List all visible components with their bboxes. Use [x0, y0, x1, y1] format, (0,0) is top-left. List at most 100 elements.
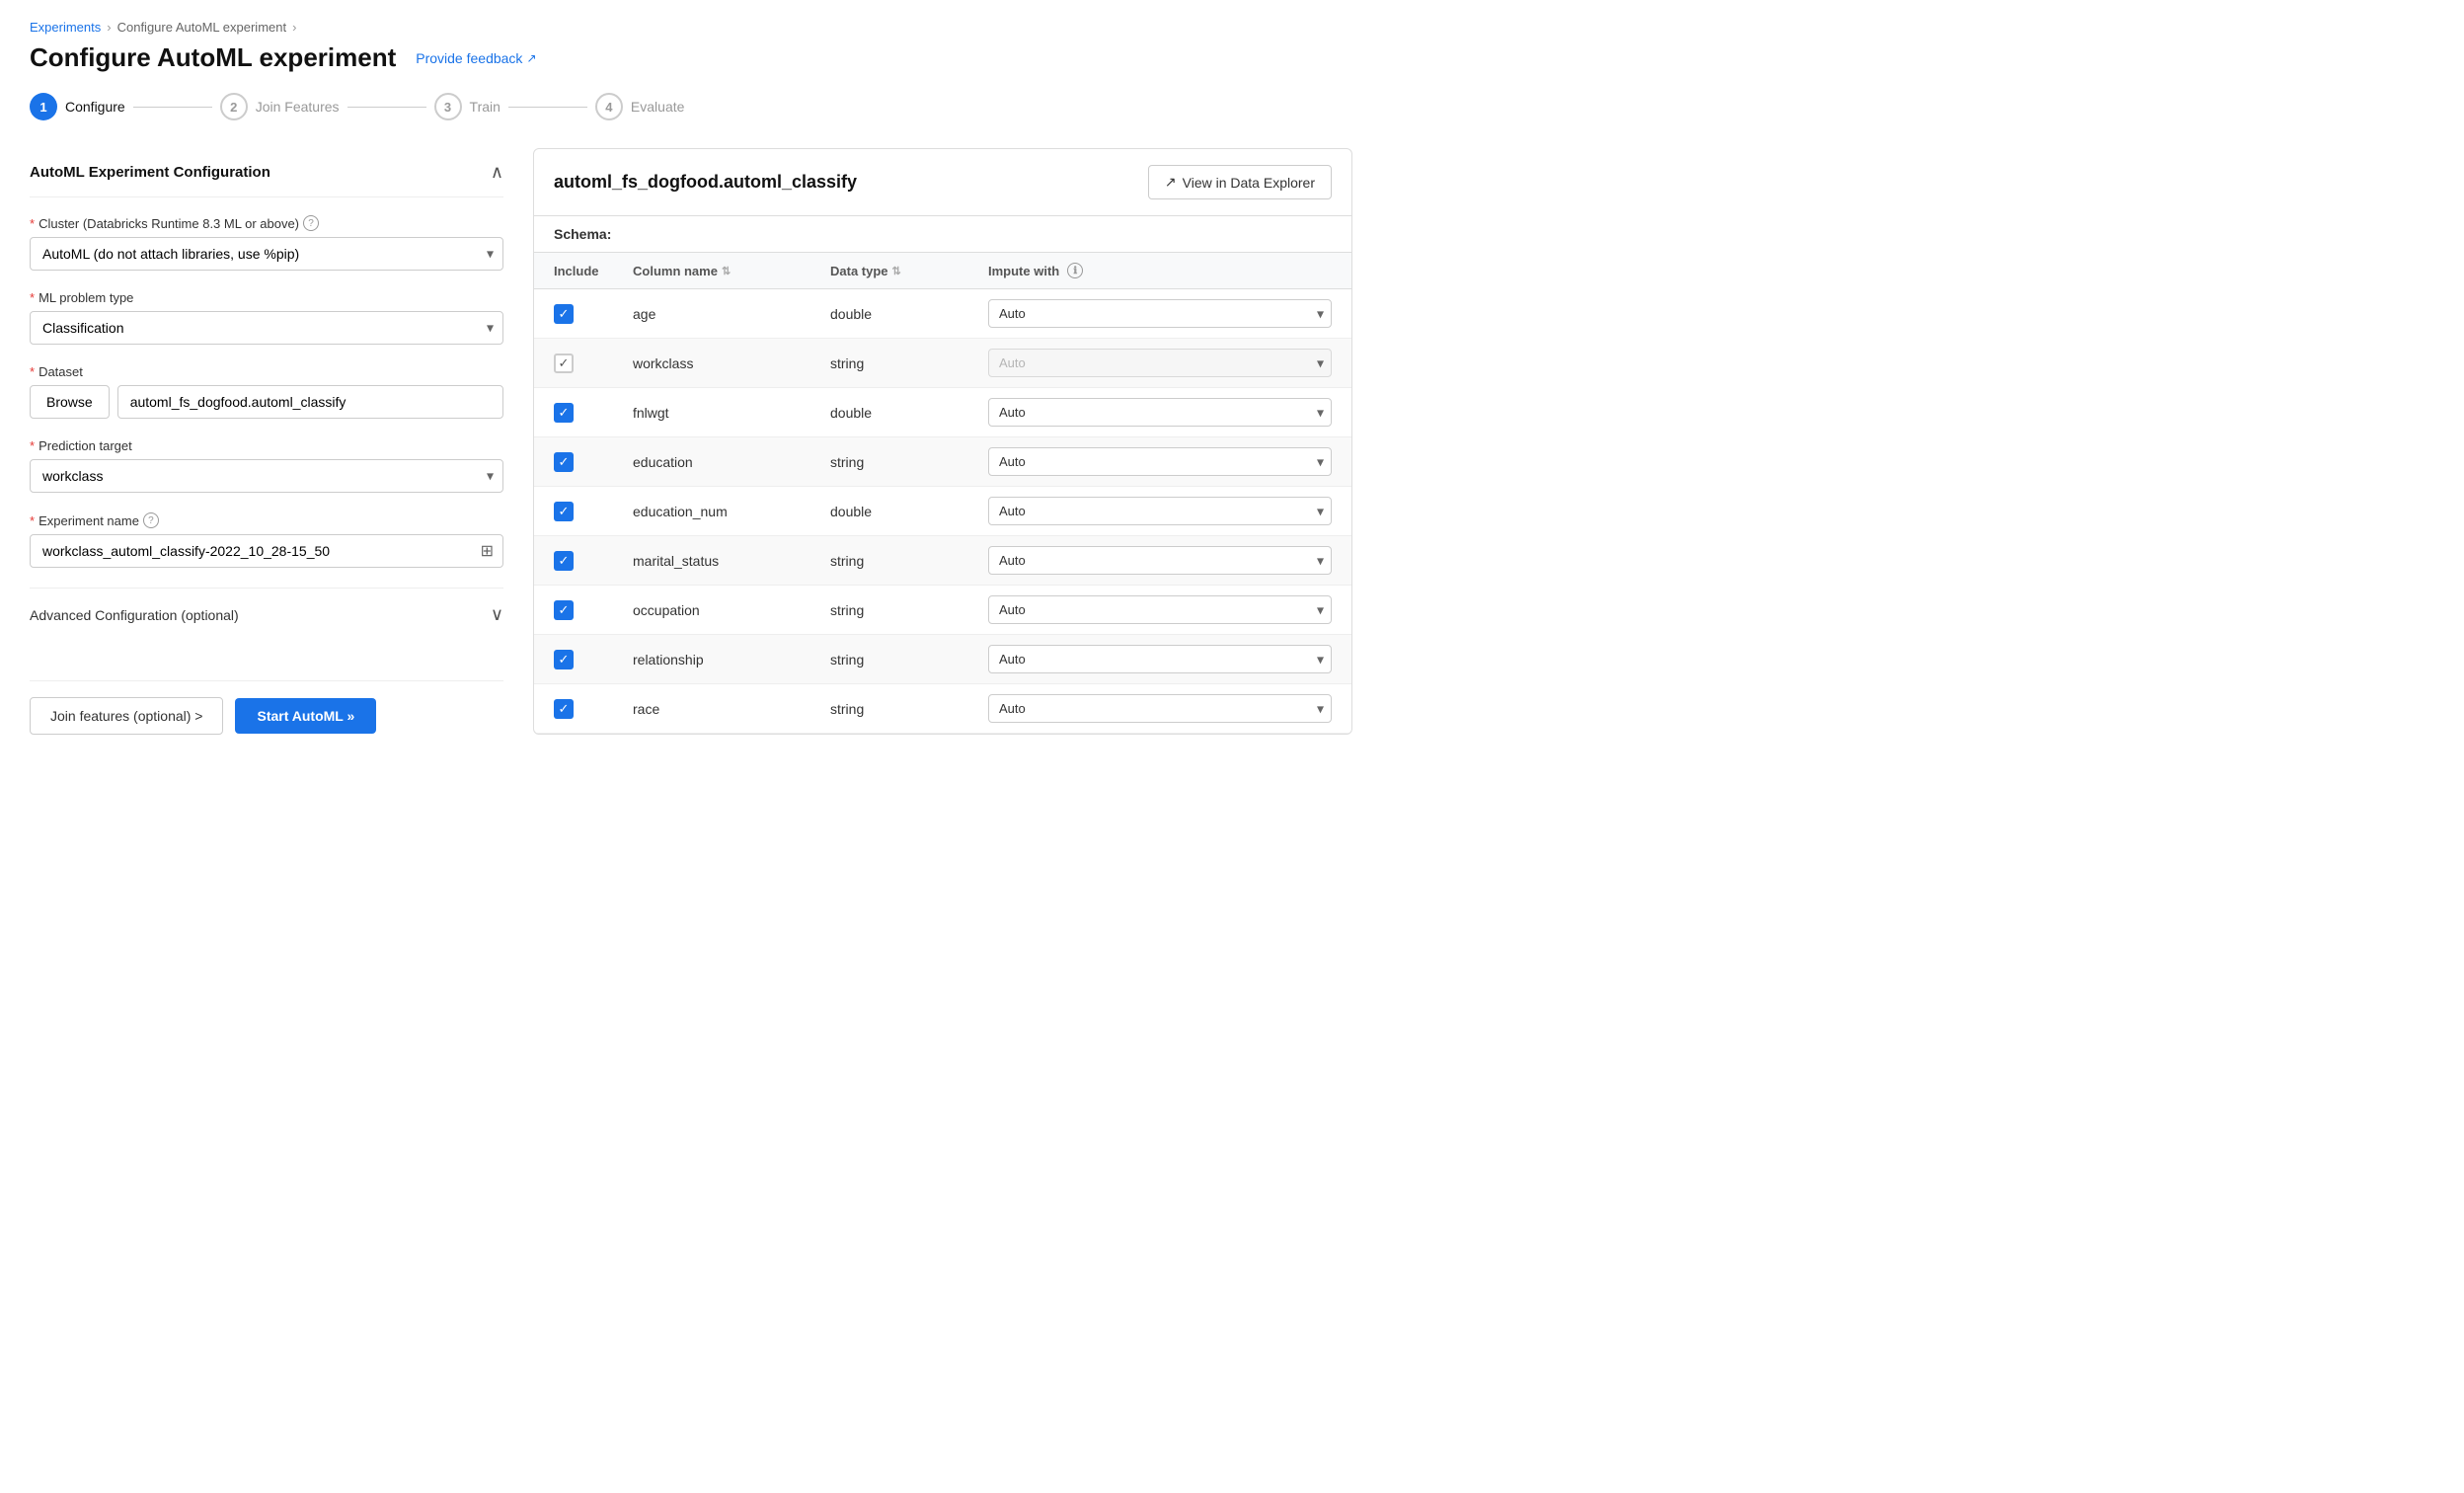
impute-select[interactable]: Auto: [988, 546, 1332, 575]
prediction-label: * Prediction target: [30, 438, 503, 453]
breadcrumb-sep2: ›: [292, 20, 296, 35]
impute-select[interactable]: Auto: [988, 694, 1332, 723]
feedback-icon: ↗: [526, 51, 536, 65]
checkbox-checked[interactable]: ✓: [554, 304, 574, 324]
checkbox-checked[interactable]: ✓: [554, 551, 574, 571]
view-explorer-label: View in Data Explorer: [1183, 175, 1315, 191]
cluster-select-wrapper: AutoML (do not attach libraries, use %pi…: [30, 237, 503, 271]
include-cell: ✓: [554, 452, 633, 472]
impute-cell: Auto ▾: [988, 447, 1332, 476]
right-header: automl_fs_dogfood.automl_classify ↗ View…: [534, 149, 1351, 216]
column-name-cell: occupation: [633, 602, 830, 618]
advanced-chevron-icon: ∨: [491, 604, 503, 625]
include-cell: ✓: [554, 650, 633, 669]
impute-select[interactable]: Auto: [988, 497, 1332, 525]
dataset-row: Browse: [30, 385, 503, 419]
impute-cell: Auto ▾: [988, 645, 1332, 673]
cluster-label: * Cluster (Databricks Runtime 8.3 ML or …: [30, 215, 503, 231]
impute-select-wrapper: Auto ▾: [988, 299, 1332, 328]
impute-cell: Auto ▾: [988, 546, 1332, 575]
data-type-cell: double: [830, 405, 988, 421]
table-row: ✓occupationstring Auto ▾: [534, 586, 1351, 635]
column-name-cell: marital_status: [633, 553, 830, 569]
cluster-info-icon[interactable]: ?: [303, 215, 319, 231]
steps: 1 Configure 2 Join Features 3 Train 4 Ev…: [30, 93, 1352, 120]
include-cell: ✓: [554, 699, 633, 719]
breadcrumb-experiments[interactable]: Experiments: [30, 20, 101, 35]
step-label-join: Join Features: [256, 99, 340, 115]
view-explorer-button[interactable]: ↗ View in Data Explorer: [1148, 165, 1332, 199]
include-cell: ✓: [554, 304, 633, 324]
table-body: ✓agedouble Auto ▾ ✓workclassstring Auto …: [534, 289, 1351, 734]
impute-select-wrapper: Auto ▾: [988, 694, 1332, 723]
advanced-label: Advanced Configuration (optional): [30, 607, 239, 623]
experiment-name-input[interactable]: [30, 534, 503, 568]
step-circle-3: 3: [434, 93, 462, 120]
data-type-cell: string: [830, 553, 988, 569]
dataset-label: * Dataset: [30, 364, 503, 379]
impute-select[interactable]: Auto: [988, 645, 1332, 673]
ml-problem-select[interactable]: Classification: [30, 311, 503, 345]
checkbox-checked[interactable]: ✓: [554, 600, 574, 620]
step-train[interactable]: 3 Train: [434, 93, 500, 120]
column-name-cell: race: [633, 701, 830, 717]
breadcrumb: Experiments › Configure AutoML experimen…: [30, 20, 1352, 35]
browse-button[interactable]: Browse: [30, 385, 110, 419]
checkbox-checked[interactable]: ✓: [554, 502, 574, 521]
checkbox-checked[interactable]: ✓: [554, 699, 574, 719]
column-name-sort-icon[interactable]: ⇅: [722, 265, 731, 277]
main-content: AutoML Experiment Configuration ∧ * Clus…: [30, 148, 1352, 735]
experiment-name-field: * Experiment name ? ⊞: [30, 512, 503, 568]
checkbox-checked[interactable]: ✓: [554, 452, 574, 472]
step-join-features[interactable]: 2 Join Features: [220, 93, 340, 120]
impute-select-wrapper: Auto ▾: [988, 645, 1332, 673]
table-row: ✓ fnlwgtdouble Auto ▾: [534, 388, 1351, 437]
impute-select[interactable]: Auto: [988, 349, 1332, 377]
step-label-train: Train: [470, 99, 500, 115]
prediction-select-wrapper: workclass ▾: [30, 459, 503, 493]
table-row: ✓relationshipstring Auto ▾: [534, 635, 1351, 684]
schema-label: Schema:: [534, 216, 1351, 253]
column-name-cell: fnlwgt: [633, 405, 830, 421]
experiment-name-row: ⊞: [30, 534, 503, 568]
experiment-info-icon[interactable]: ?: [143, 512, 159, 528]
impute-select[interactable]: Auto: [988, 447, 1332, 476]
col-data-type: Data type ⇅: [830, 263, 988, 278]
data-type-sort-icon[interactable]: ⇅: [892, 265, 901, 277]
cluster-select[interactable]: AutoML (do not attach libraries, use %pi…: [30, 237, 503, 271]
column-name-cell: workclass: [633, 355, 830, 371]
impute-select[interactable]: Auto: [988, 595, 1332, 624]
step-configure[interactable]: 1 Configure: [30, 93, 125, 120]
join-features-button[interactable]: Join features (optional) >: [30, 697, 223, 735]
config-section-title: AutoML Experiment Configuration: [30, 164, 270, 181]
step-line-1: [133, 107, 212, 108]
ml-problem-field: * ML problem type Classification ▾: [30, 290, 503, 345]
experiment-name-icon: ⊞: [481, 541, 494, 561]
feedback-link[interactable]: Provide feedback ↗: [416, 50, 536, 66]
column-name-cell: education: [633, 454, 830, 470]
checkbox-check[interactable]: ✓: [554, 354, 574, 373]
breadcrumb-sep1: ›: [107, 20, 111, 35]
step-evaluate[interactable]: 4 Evaluate: [595, 93, 684, 120]
column-name-cell: relationship: [633, 652, 830, 668]
checkbox-checked[interactable]: ✓: [554, 650, 574, 669]
page-header: Configure AutoML experiment Provide feed…: [30, 42, 1352, 73]
checkbox-checked[interactable]: ✓: [554, 403, 574, 423]
impute-cell: Auto ▾: [988, 398, 1332, 427]
advanced-config-section[interactable]: Advanced Configuration (optional) ∨: [30, 588, 503, 641]
step-line-2: [347, 107, 426, 108]
prediction-select[interactable]: workclass: [30, 459, 503, 493]
step-circle-2: 2: [220, 93, 248, 120]
include-cell: ✓: [554, 354, 633, 373]
impute-select[interactable]: Auto: [988, 398, 1332, 427]
impute-info-icon[interactable]: ℹ: [1067, 263, 1083, 278]
column-name-cell: age: [633, 306, 830, 322]
dataset-input[interactable]: [117, 385, 503, 419]
start-automl-button[interactable]: Start AutoML »: [235, 698, 376, 734]
collapse-icon[interactable]: ∧: [491, 162, 503, 183]
impute-cell: Auto ▾: [988, 595, 1332, 624]
data-type-cell: string: [830, 355, 988, 371]
impute-select-wrapper: Auto ▾: [988, 497, 1332, 525]
table-row: ✓racestring Auto ▾: [534, 684, 1351, 734]
impute-select[interactable]: Auto: [988, 299, 1332, 328]
